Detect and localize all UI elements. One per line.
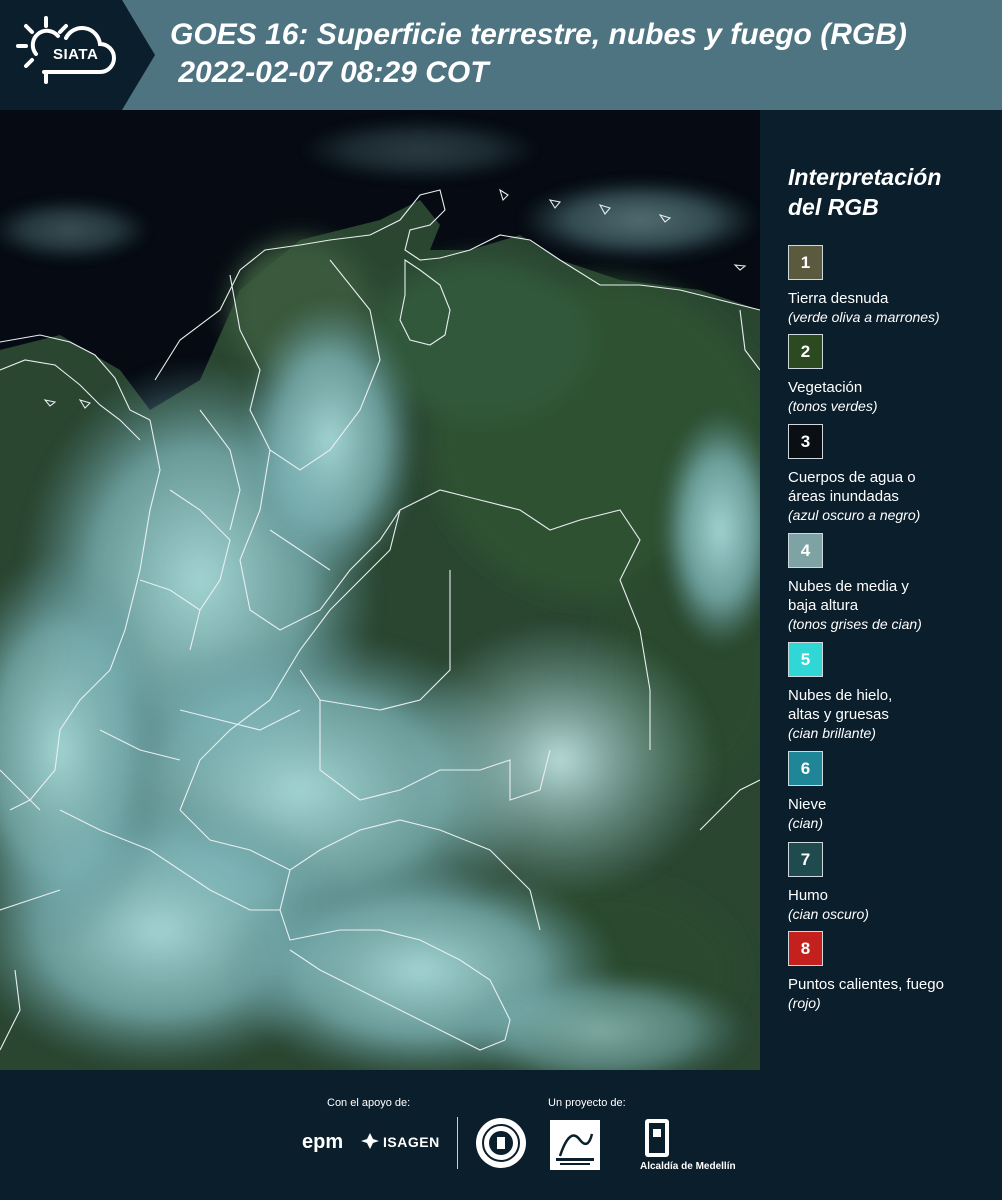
legend-swatch: 2 <box>788 334 823 369</box>
legend-swatch: 6 <box>788 751 823 786</box>
legend-swatch: 5 <box>788 642 823 677</box>
title-line-1: GOES 16: Superficie terrestre, nubes y f… <box>170 18 907 51</box>
alcaldia-label: Alcaldía de Medellín <box>640 1161 736 1172</box>
legend-swatch: 3 <box>788 424 823 459</box>
footer: Con el apoyo de: Un proyecto de: epm ISA… <box>0 1070 1002 1200</box>
legend-panel: Interpretación del RGB 1 Tierra desnuda … <box>760 110 1002 1070</box>
legend-item-vegetation: 2 Vegetación (tonos verdes) <box>788 334 998 416</box>
legend-swatch: 8 <box>788 931 823 966</box>
seal-icon <box>482 1124 520 1162</box>
isagen-icon <box>361 1133 379 1149</box>
legend-item-water: 3 Cuerpos de agua o áreas inundadas (azu… <box>788 424 998 525</box>
legend-swatch: 7 <box>788 842 823 877</box>
page-title: GOES 16: Superficie terrestre, nubes y f… <box>170 16 907 92</box>
footer-divider <box>457 1117 458 1169</box>
medellin-shield-icon <box>645 1119 669 1157</box>
legend-title: Interpretación del RGB <box>788 164 942 220</box>
header: SIATA GOES 16: Superficie terrestre, nub… <box>0 0 1002 110</box>
logo-text: SIATA <box>53 46 99 63</box>
siata-logo: SIATA <box>0 0 155 110</box>
legend-item-mid-low-clouds: 4 Nubes de media y baja altura (tonos gr… <box>788 533 998 634</box>
isagen-logo: ISAGEN <box>383 1134 440 1150</box>
legend-item-smoke: 7 Humo (cian oscuro) <box>788 842 998 924</box>
epm-logo: epm <box>302 1131 344 1153</box>
legend-item-bare-soil: 1 Tierra desnuda (verde oliva a marrones… <box>788 245 998 327</box>
support-label: Con el apoyo de: <box>327 1097 411 1109</box>
area-metropolitana-logo <box>550 1120 600 1170</box>
university-seal-logo <box>476 1118 526 1168</box>
legend-swatch: 1 <box>788 245 823 280</box>
map-image <box>0 110 760 1070</box>
title-line-2: 2022-02-07 08:29 COT <box>170 56 489 89</box>
legend-item-fire: 8 Puntos calientes, fuego (rojo) <box>788 931 998 1013</box>
area-metropolitana-icon <box>556 1133 594 1165</box>
satellite-map <box>0 110 760 1070</box>
project-label: Un proyecto de: <box>548 1097 626 1109</box>
legend-item-ice-clouds: 5 Nubes de hielo, altas y gruesas (cian … <box>788 642 998 743</box>
legend-swatch: 4 <box>788 533 823 568</box>
legend-item-snow: 6 Nieve (cian) <box>788 751 998 833</box>
